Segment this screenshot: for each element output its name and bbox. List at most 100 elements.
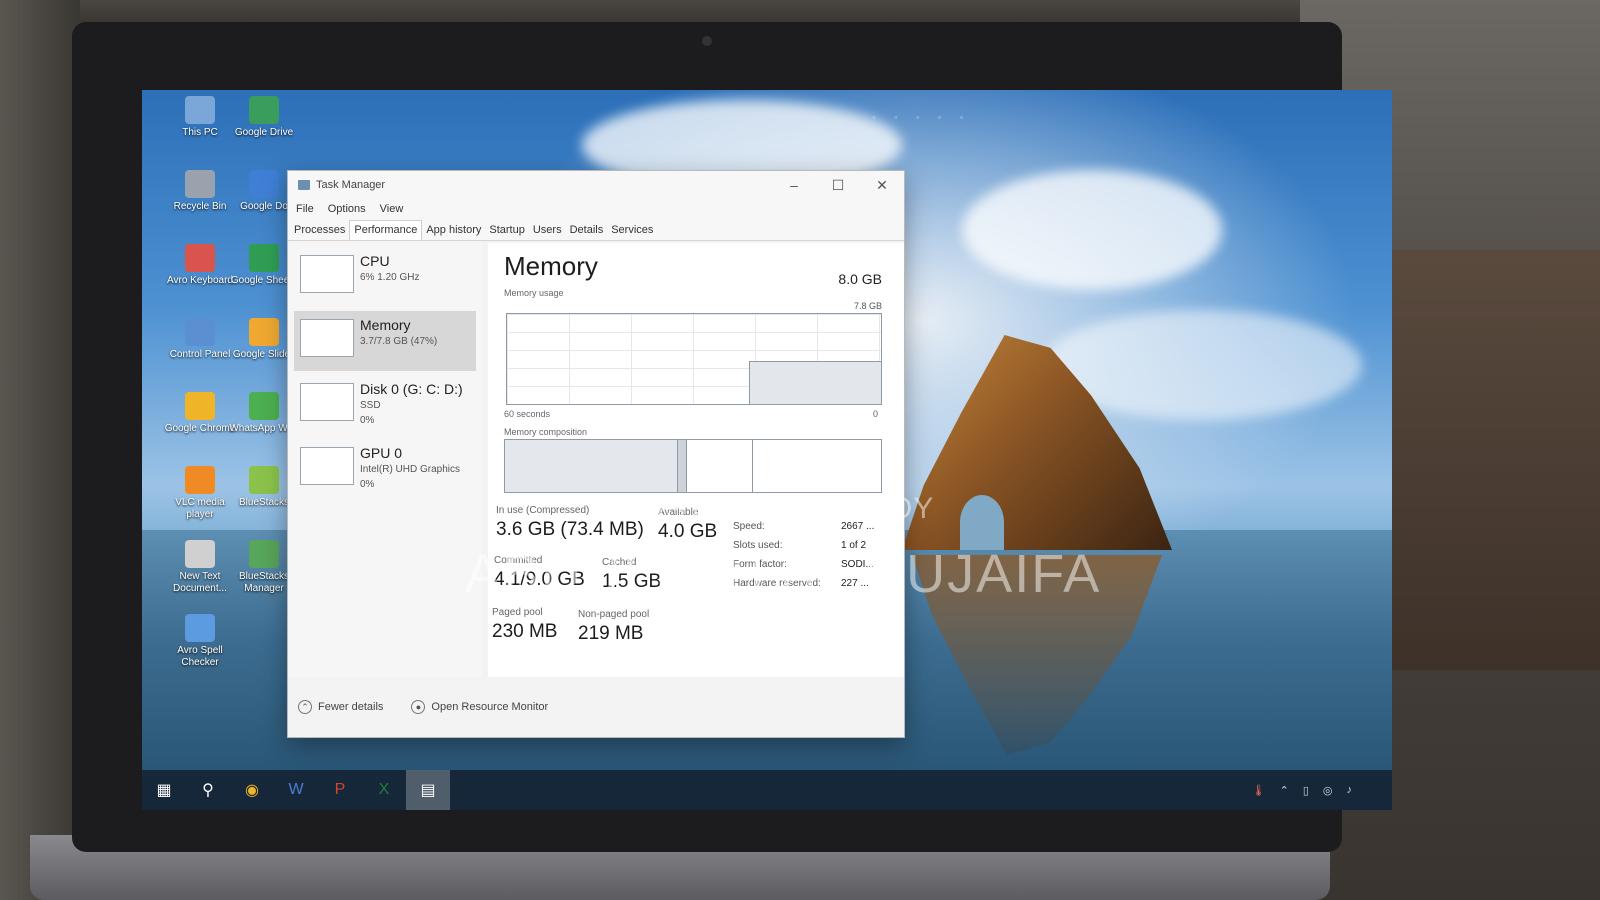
memory-details: Speed: 2667 ... Slots used: 1 of 2 Form fa… [733, 517, 874, 593]
desktop-screen: ◦ ◦ ◦ ◦ ◦ This PC Google Drive Recycle Bin… [142, 90, 1392, 810]
desktop-icon[interactable]: New Text Document... [164, 540, 236, 594]
detail-row: Slots used: 1 of 2 [733, 536, 874, 555]
memory-usage-label: Memory usage [504, 288, 564, 298]
task-manager-window[interactable]: Task Manager – ☐ ✕ File Options View Pro… [287, 170, 905, 738]
cpu-mini-graph [300, 255, 354, 293]
sidebar-item-detail: 0% [360, 415, 375, 426]
close-button[interactable]: ✕ [860, 171, 904, 199]
tab-users[interactable]: Users [529, 221, 566, 240]
stat-in-use: In use (Compressed) 3.6 GB (73.4 MB) [496, 505, 644, 541]
memory-usage-graph [506, 313, 882, 405]
recycle-bin-icon [185, 170, 215, 198]
sidebar-item-gpu[interactable]: GPU 0 Intel(R) UHD Graphics 0% [294, 439, 476, 499]
stat-value: 4.0 GB [658, 521, 718, 542]
desktop-icon-label: Control Panel [169, 349, 231, 360]
sidebar-item-cpu[interactable]: CPU 6% 1.20 GHz [294, 247, 476, 307]
graph-axis-left: 60 seconds [504, 409, 551, 419]
desktop-icon-label: Avro Keyboard [167, 275, 233, 286]
network-icon[interactable]: ◎ [1323, 784, 1333, 797]
desktop-icon[interactable]: Recycle Bin [164, 170, 236, 213]
memory-composition-bar [504, 439, 882, 493]
stat-available: Available 4.0 GB [658, 507, 717, 543]
detail-value: 1 of 2 [841, 540, 867, 551]
tab-app-history[interactable]: App history [422, 221, 485, 240]
menu-view[interactable]: View [380, 203, 404, 215]
tab-startup[interactable]: Startup [485, 221, 528, 240]
stat-value: 230 MB [492, 621, 558, 642]
desktop-icon-label: VLC media player [175, 497, 225, 520]
sidebar-item-detail: Intel(R) UHD Graphics [360, 464, 461, 475]
menu-options[interactable]: Options [328, 203, 366, 215]
tab-performance[interactable]: Performance [349, 220, 423, 240]
desktop-icon[interactable]: Google Drive [228, 96, 300, 139]
task-manager-taskbar-icon[interactable]: ▤ [406, 770, 450, 810]
graph-axis-right: 0 [872, 409, 878, 419]
room-background-left [0, 0, 80, 900]
sidebar-item-detail: SSD [360, 400, 381, 411]
desktop-icon[interactable]: Google Chrome [164, 392, 236, 435]
open-resource-monitor-link[interactable]: ● Open Resource Monitor [411, 700, 548, 714]
minimize-button[interactable]: – [772, 171, 816, 199]
stat-value: 1.5 GB [602, 571, 662, 592]
memory-panel: Memory 8.0 GB Memory usage 7.8 GB 60 sec… [488, 243, 904, 679]
disk-mini-graph [300, 383, 354, 421]
chrome-icon [185, 392, 215, 420]
detail-row: Speed: 2667 ... [733, 517, 874, 536]
chevron-up-icon: ⌃ [298, 700, 312, 714]
start-button[interactable]: ▦ [142, 770, 186, 810]
desktop-icon[interactable]: Avro Spell Checker [164, 614, 236, 668]
temperature-icon[interactable]: 🌡 [1252, 784, 1266, 797]
wallpaper-rock-arch [960, 495, 1004, 550]
tab-processes[interactable]: Processes [290, 221, 349, 240]
fewer-details-button[interactable]: ⌃ Fewer details [298, 700, 383, 714]
desktop-icon[interactable]: Control Panel [164, 318, 236, 361]
toolbar-icon: ◦ [893, 112, 898, 124]
fewer-details-label: Fewer details [318, 701, 384, 713]
sidebar-item-detail: 0% [360, 479, 375, 490]
bluestacks-icon [249, 466, 279, 494]
drive-icon [249, 96, 279, 124]
powerpoint-icon[interactable]: P [318, 770, 362, 810]
search-icon[interactable]: ⚲ [186, 770, 230, 810]
detail-value: 2667 ... [841, 521, 875, 532]
chrome-icon[interactable]: ◉ [230, 770, 274, 810]
taskbar: ▦ ⚲ ◉ W P X ▤ 🌡 ⌃ ▯ ◎ ♪ [142, 770, 1392, 810]
open-resource-monitor-label: Open Resource Monitor [431, 701, 549, 713]
gpu-mini-graph [300, 447, 354, 485]
sidebar-item-label: Memory [360, 317, 411, 333]
chevron-up-icon[interactable]: ⌃ [1280, 784, 1289, 797]
composition-standby [687, 440, 754, 492]
system-tray: 🌡 ⌃ ▯ ◎ ♪ [1252, 784, 1392, 797]
memory-composition-label: Memory composition [504, 427, 588, 437]
desktop-icon[interactable]: This PC [164, 96, 236, 139]
stat-label: Available [658, 507, 699, 518]
sidebar-item-memory[interactable]: Memory 3.7/7.8 GB (47%) [294, 311, 476, 371]
battery-icon[interactable]: ▯ [1303, 784, 1309, 797]
desktop-icon-label: Google Chrome [164, 423, 236, 434]
excel-icon[interactable]: X [362, 770, 406, 810]
window-controls: – ☐ ✕ [772, 171, 904, 199]
stat-cached: Cached 1.5 GB [602, 557, 661, 593]
stat-value: 3.6 GB (73.4 MB) [496, 519, 644, 540]
toolbar-icon: ◦ [872, 112, 876, 124]
window-footer: ⌃ Fewer details ● Open Resource Monitor [288, 677, 904, 737]
tab-bar: Processes Performance App history Startu… [288, 219, 904, 241]
memory-usage-max: 7.8 GB [853, 301, 882, 311]
menu-file[interactable]: File [296, 203, 314, 215]
word-icon[interactable]: W [274, 770, 318, 810]
maximize-button[interactable]: ☐ [816, 171, 860, 199]
stat-value: 4.1/9.0 GB [494, 569, 585, 590]
task-manager-icon [298, 180, 310, 190]
tab-details[interactable]: Details [566, 221, 608, 240]
desktop-icon-label: This PC [182, 127, 218, 138]
desktop-icon[interactable]: VLC media player [164, 466, 236, 520]
stat-paged-pool: Paged pool 230 MB [492, 607, 557, 643]
sidebar-item-label: CPU [360, 253, 390, 269]
volume-icon[interactable]: ♪ [1347, 784, 1353, 796]
webcam [702, 36, 712, 46]
desktop-icon[interactable]: Avro Keyboard [164, 244, 236, 287]
tab-services[interactable]: Services [607, 221, 657, 240]
detail-key: Slots used: [733, 540, 783, 551]
desktop-icon-label: Avro Spell Checker [177, 645, 223, 668]
sidebar-item-disk[interactable]: Disk 0 (G: C: D:) SSD 0% [294, 375, 476, 435]
